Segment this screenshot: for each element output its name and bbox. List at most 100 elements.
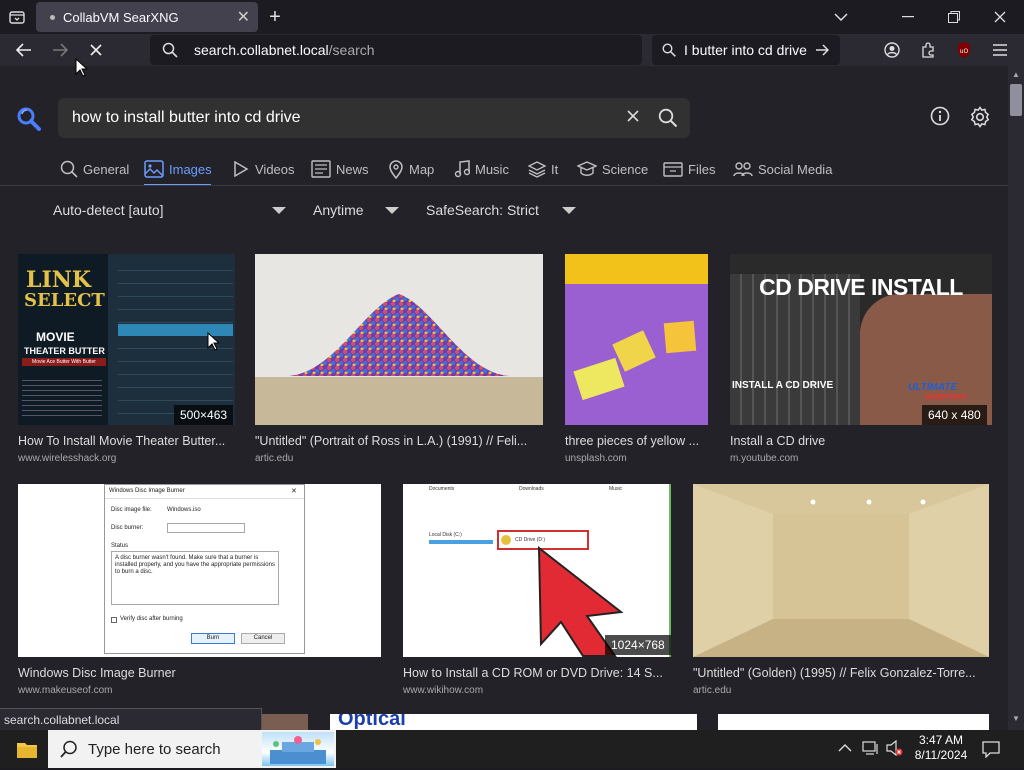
chevron-down-icon[interactable] [562, 207, 576, 214]
mouse-cursor-icon [75, 58, 87, 77]
layers-icon [528, 161, 546, 178]
preferences-gear-icon[interactable] [969, 106, 991, 133]
category-music[interactable]: Music [454, 159, 509, 179]
image-result[interactable]: Documents Downloads Music Local Disk (C:… [403, 484, 671, 696]
tab-strip: CollabVM SearXNG ✕ + [0, 0, 1024, 34]
category-news[interactable]: News [311, 159, 369, 179]
category-it[interactable]: It [528, 159, 558, 179]
url-host: search.collabnet.local [194, 42, 329, 58]
minimize-button[interactable] [894, 4, 922, 30]
scroll-down-icon[interactable]: ▼ [1012, 714, 1020, 723]
result-thumbnail[interactable]: LINK SELECT MOVIE THEATER BUTTER Movie A… [18, 254, 235, 425]
extensions-icon[interactable] [914, 37, 942, 63]
chevron-down-icon[interactable] [385, 207, 399, 214]
result-title[interactable]: "Untitled" (Golden) (1995) // Felix Gonz… [693, 666, 989, 680]
browser-search-value: I butter into cd drive [684, 42, 807, 58]
tab-list-icon[interactable] [3, 4, 31, 30]
notifications-icon[interactable] [982, 740, 1000, 763]
windows-taskbar: Type here to search 3:47 AM 8/11/2024 [0, 730, 1024, 768]
header-divider [0, 185, 1008, 186]
result-thumbnail[interactable] [693, 484, 989, 657]
graduation-cap-icon [577, 161, 597, 176]
clock[interactable]: 3:47 AM 8/11/2024 [914, 733, 968, 763]
partial-result-thumbnail[interactable] [718, 714, 989, 730]
account-icon[interactable] [878, 37, 906, 63]
show-hidden-icons-chevron-icon[interactable] [838, 742, 852, 756]
result-thumbnail[interactable] [255, 254, 543, 425]
file-explorer-icon[interactable] [16, 739, 38, 764]
browser-search-field[interactable]: I butter into cd drive [652, 35, 840, 65]
search-icon [662, 43, 676, 57]
category-science[interactable]: Science [577, 159, 648, 179]
back-icon[interactable] [10, 37, 38, 63]
go-arrow-icon[interactable] [815, 44, 829, 56]
status-bar: search.collabnet.local [0, 708, 262, 730]
forward-icon[interactable] [46, 37, 74, 63]
new-tab-button[interactable]: + [261, 4, 289, 30]
result-thumbnail[interactable]: Documents Downloads Music Local Disk (C:… [403, 484, 671, 657]
restore-button[interactable] [940, 4, 968, 30]
time-range-select[interactable]: Anytime [313, 202, 364, 218]
newspaper-icon [311, 160, 331, 178]
chevron-down-icon[interactable] [272, 207, 286, 214]
result-thumbnail[interactable] [565, 254, 708, 425]
partial-result-thumbnail[interactable]: Optical [330, 714, 697, 730]
result-source[interactable]: m.youtube.com [730, 453, 798, 464]
image-result[interactable]: Windows Disc Image Burner ✕ Disc image f… [18, 484, 381, 696]
taskbar-search-placeholder: Type here to search [88, 740, 221, 758]
app-menu-icon[interactable] [986, 37, 1014, 63]
category-images[interactable]: Images [144, 159, 212, 179]
tab-close-icon[interactable]: ✕ [237, 7, 250, 27]
dimension-badge: 640 x 480 [922, 405, 987, 425]
scrollbar-thumb[interactable] [1010, 84, 1022, 116]
dimension-badge: 500×463 [174, 405, 234, 425]
result-title[interactable]: three pieces of yellow ... [565, 434, 708, 448]
searxng-logo-icon[interactable] [16, 106, 42, 137]
volume-muted-icon[interactable] [886, 739, 904, 761]
image-result[interactable]: "Untitled" (Portrait of Ross in L.A.) (1… [255, 254, 543, 466]
result-source[interactable]: www.wikihow.com [403, 685, 483, 696]
language-select[interactable]: Auto-detect [auto] [53, 202, 164, 218]
dimension-badge: 1024×768 [605, 635, 671, 655]
result-source[interactable]: artic.edu [693, 685, 731, 696]
search-submit-icon[interactable] [658, 108, 678, 133]
candy-pile-image [289, 294, 509, 376]
clear-icon[interactable] [626, 109, 640, 128]
url-bar[interactable]: search.collabnet.local/search [150, 35, 642, 65]
ublock-origin-icon[interactable]: uO [950, 37, 978, 63]
category-map[interactable]: Map [388, 159, 434, 179]
partial-result-thumbnail[interactable] [262, 714, 308, 730]
image-result[interactable]: "Untitled" (Golden) (1995) // Felix Gonz… [693, 484, 989, 696]
music-note-icon [454, 160, 470, 178]
page-scrollbar[interactable]: ▲ ▼ [1008, 66, 1024, 730]
result-source[interactable]: unsplash.com [565, 453, 627, 464]
tab-loading-icon [50, 14, 55, 20]
scroll-up-icon[interactable]: ▲ [1012, 70, 1020, 79]
result-title[interactable]: How to Install a CD ROM or DVD Drive: 14… [403, 666, 673, 680]
result-thumbnail[interactable]: CD DRIVE INSTALL INSTALL A CD DRIVE ULTI… [730, 254, 992, 425]
close-window-button[interactable] [986, 4, 1014, 30]
image-result[interactable]: CD DRIVE INSTALL INSTALL A CD DRIVE ULTI… [730, 254, 992, 466]
result-source[interactable]: artic.edu [255, 453, 293, 464]
query-input[interactable]: how to install butter into cd drive [58, 98, 690, 138]
result-source[interactable]: www.makeuseof.com [18, 685, 112, 696]
info-icon[interactable] [930, 106, 950, 131]
result-source[interactable]: www.wirelesshack.org [18, 453, 116, 464]
taskbar-search-box[interactable]: Type here to search [48, 730, 336, 768]
image-result[interactable]: three pieces of yellow ... unsplash.com [565, 254, 708, 466]
result-title[interactable]: How To Install Movie Theater Butter... [18, 434, 235, 448]
category-social-media[interactable]: Social Media [733, 159, 832, 179]
search-icon [60, 160, 78, 178]
category-general[interactable]: General [60, 159, 129, 179]
result-thumbnail[interactable]: Windows Disc Image Burner ✕ Disc image f… [18, 484, 381, 657]
result-title[interactable]: Windows Disc Image Burner [18, 666, 381, 680]
category-videos[interactable]: Videos [232, 159, 295, 179]
image-result[interactable]: LINK SELECT MOVIE THEATER BUTTER Movie A… [18, 254, 235, 466]
result-title[interactable]: Install a CD drive [730, 434, 992, 448]
browser-tab[interactable]: CollabVM SearXNG ✕ [36, 2, 258, 32]
network-icon[interactable] [862, 740, 880, 761]
result-title[interactable]: "Untitled" (Portrait of Ross in L.A.) (1… [255, 434, 543, 448]
category-files[interactable]: Files [663, 159, 715, 179]
list-all-tabs-icon[interactable] [827, 4, 855, 30]
safesearch-select[interactable]: SafeSearch: Strict [426, 202, 539, 218]
